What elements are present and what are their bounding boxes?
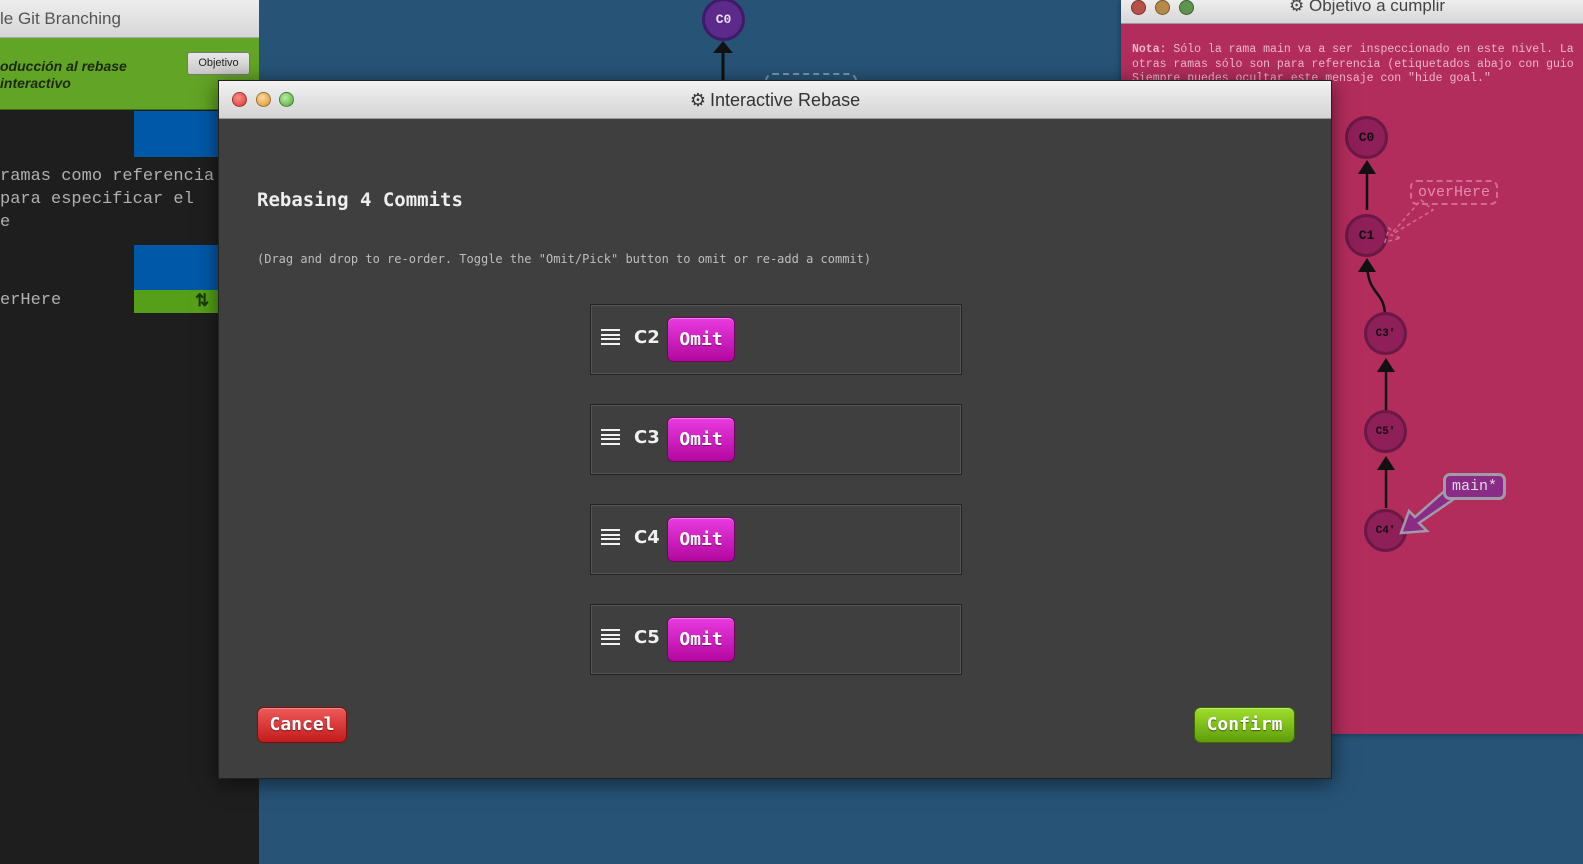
rebase-commit-row[interactable]: C4 Omit [590, 504, 962, 575]
dialog-title: ⚙ Interactive Rebase [219, 90, 1331, 111]
gear-icon: ⚙ [689, 90, 707, 110]
rebase-commit-row[interactable]: C2 Omit [590, 304, 962, 375]
commit-name: C4 [634, 527, 660, 548]
graph-edge [713, 41, 733, 82]
rebase-commit-row[interactable]: C5 Omit [590, 604, 962, 675]
rebase-heading: Rebasing 4 Commits [257, 189, 463, 211]
drag-handle-icon[interactable] [601, 629, 620, 645]
dialog-title-text: Interactive Rebase [710, 90, 861, 110]
note-text: Sólo la rama main va a ser inspeccionado… [1173, 43, 1574, 56]
drag-handle-icon[interactable] [601, 429, 620, 445]
commit-name: C2 [634, 327, 660, 348]
dialog-titlebar: ⚙ Interactive Rebase [219, 81, 1331, 119]
goal-commit-node: C0 [1345, 116, 1388, 159]
goal-titlebar: ⚙ Objetivo a cumplir [1121, 0, 1583, 24]
omit-toggle-button[interactable]: Omit [667, 417, 735, 462]
rebase-commit-row[interactable]: C3 Omit [590, 404, 962, 475]
goal-title: ⚙ Objetivo a cumplir [1289, 0, 1445, 16]
minimize-icon[interactable] [1155, 0, 1170, 15]
goal-title-text: Objetivo a cumplir [1308, 0, 1446, 15]
interactive-rebase-dialog: ⚙ Interactive Rebase Rebasing 4 Commits (… [218, 80, 1332, 779]
maximize-icon[interactable] [1179, 0, 1194, 15]
drag-handle-icon[interactable] [601, 329, 620, 345]
omit-toggle-button[interactable]: Omit [667, 617, 735, 662]
commit-node[interactable]: C0 [702, 0, 745, 41]
commit-name: C5 [634, 627, 660, 648]
close-icon[interactable] [1131, 0, 1146, 15]
swap-icon: ⇅ [195, 291, 210, 310]
goal-branch-label: main* [1443, 473, 1507, 500]
commit-name: C3 [634, 427, 660, 448]
terminal-line: ramas como referencia [0, 167, 215, 186]
terminal-line: para especificar el [0, 190, 194, 209]
sandbox-title: le Git Branching [0, 9, 121, 28]
goal-commit-node: C3' [1364, 312, 1407, 355]
sandbox-titlebar: le Git Branching [0, 0, 259, 38]
goal-commit-node: C5' [1364, 410, 1407, 453]
omit-toggle-button[interactable]: Omit [667, 317, 735, 362]
terminal-line: e [0, 213, 11, 232]
terminal-line: erHere [0, 291, 62, 310]
goal-branch-label: overHere [1410, 180, 1499, 205]
objective-button[interactable]: Objetivo [187, 52, 250, 75]
gear-icon: ⚙ [1289, 0, 1305, 15]
level-name: oducción al rebase interactivo [0, 58, 127, 91]
confirm-button[interactable]: Confirm [1194, 707, 1295, 743]
note-text: otras ramas sólo son para referencia (et… [1132, 57, 1574, 71]
drag-handle-icon[interactable] [601, 529, 620, 545]
rebase-instructions: (Drag and drop to re-order. Toggle the "… [257, 252, 872, 266]
note-label: Nota: [1132, 43, 1167, 56]
cancel-button[interactable]: Cancel [257, 707, 347, 743]
omit-toggle-button[interactable]: Omit [667, 517, 735, 562]
